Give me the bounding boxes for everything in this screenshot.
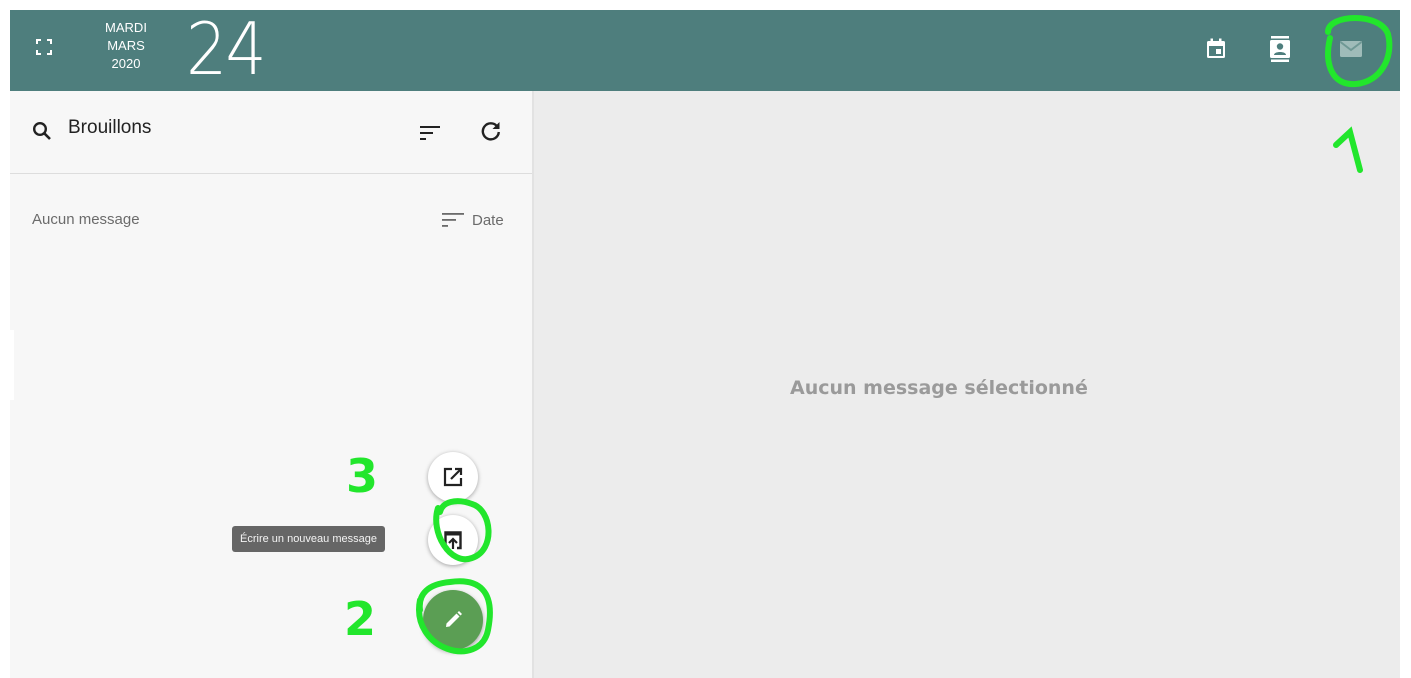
sort-label: Date: [472, 211, 504, 229]
sort-icon: [442, 213, 464, 227]
refresh-icon: [481, 122, 500, 141]
mail-icon: [1339, 41, 1363, 57]
fullscreen-icon: [36, 39, 52, 55]
refresh-button[interactable]: [479, 119, 503, 143]
sort-by-date-button[interactable]: Date: [442, 209, 504, 231]
folder-title: Brouillons: [68, 117, 152, 138]
sort-icon: [420, 126, 440, 140]
day-number: 24: [186, 10, 267, 91]
year: 2020: [111, 56, 141, 71]
no-message-selected: Aucun message sélectionné: [790, 377, 1088, 399]
compose-button[interactable]: [423, 590, 483, 650]
compose-tooltip: Écrire un nouveau message: [232, 526, 385, 552]
app-window: MARDI MARS 2020 24 Brouillons Aucun mess…: [10, 10, 1400, 678]
compose-external-button[interactable]: [428, 452, 478, 502]
sort-button[interactable]: [418, 121, 442, 145]
contacts-button[interactable]: [1266, 35, 1294, 63]
search-icon[interactable]: [32, 121, 52, 141]
top-bar: MARDI MARS 2020 24: [10, 10, 1400, 91]
open-in-new-icon: [443, 467, 463, 487]
annotation-arrow-1: [1333, 126, 1363, 173]
pencil-icon: [446, 611, 462, 627]
empty-list-status: Aucun message: [32, 211, 140, 228]
fullscreen-button[interactable]: [35, 38, 53, 56]
folder-search-bar[interactable]: Brouillons: [10, 91, 532, 174]
weekday: MARDI: [105, 20, 147, 35]
calendar-icon: [1207, 38, 1225, 58]
compose-inline-button[interactable]: [428, 515, 478, 565]
calendar-button[interactable]: [1202, 35, 1230, 63]
month: MARS: [107, 38, 145, 53]
edge-divider: [10, 330, 14, 400]
date-text: MARDI MARS 2020: [96, 19, 156, 73]
mail-button[interactable]: [1337, 35, 1365, 63]
open-in-browser-icon: [444, 531, 462, 550]
annotation-number-3: 3: [346, 449, 379, 503]
annotation-number-2: 2: [344, 592, 377, 646]
contacts-icon: [1270, 36, 1290, 62]
